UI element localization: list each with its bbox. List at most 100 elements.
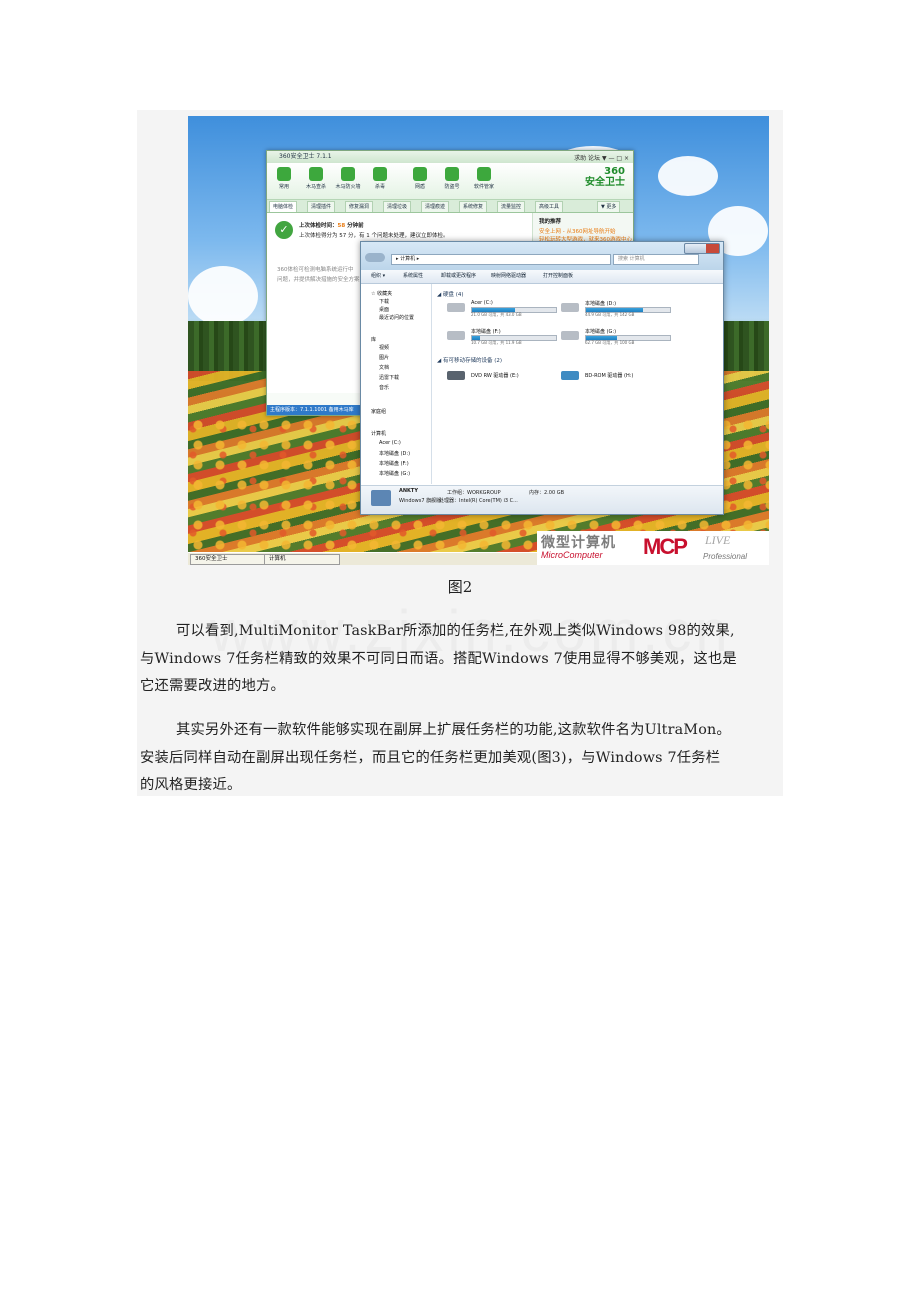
paragraph-line: 它还需要改进的地方。: [140, 678, 285, 694]
tab[interactable]: 清理痕迹: [421, 201, 450, 212]
toolbar-item[interactable]: 木马防火墙: [335, 167, 361, 190]
hard-drive-icon: [447, 331, 465, 340]
back-forward-buttons[interactable]: [365, 253, 385, 262]
group-header-hdd: ◢ 硬盘 (4): [437, 292, 464, 298]
drive-name: 本地磁盘 (D:): [585, 301, 617, 307]
tabs-more[interactable]: ▼ 更多: [597, 201, 621, 212]
software-manager-icon: [477, 167, 491, 181]
command-bar: 组织 ▾ 系统属性 卸载或更改程序 映射网络驱动器 打开控制面板: [361, 270, 723, 284]
recommend-title: 我的推荐: [539, 219, 562, 225]
os-name: Windows7 旗舰版: [399, 498, 442, 504]
drive-tile[interactable]: 本地磁盘 (G:) 62.7 GB 可用，共 100 GB: [561, 328, 681, 345]
nav-item[interactable]: 下载: [379, 298, 389, 305]
drive-tile[interactable]: DVD RW 驱动器 (E:): [447, 368, 567, 384]
nav-item[interactable]: 最近访问的位置: [379, 314, 414, 321]
tab[interactable]: 流量监控: [497, 201, 526, 212]
logo-mark: MCP: [643, 534, 688, 559]
recommend-link[interactable]: 安全上网 - 从360网址导航开始: [539, 227, 615, 235]
drive-name: DVD RW 驱动器 (E:): [471, 373, 519, 379]
cmd-map-drive[interactable]: 映射网络驱动器: [491, 272, 526, 279]
hard-drive-icon: [447, 303, 465, 312]
360-title-bar: 360安全卫士 7.1.1 求助 论坛 ▼ — □ ×: [267, 151, 633, 163]
horse-icon: [309, 167, 323, 181]
shield-icon: [277, 167, 291, 181]
cmd-organize[interactable]: 组织 ▾: [371, 272, 385, 279]
tab[interactable]: 清理插件: [307, 201, 336, 212]
anti-theft-icon: [445, 167, 459, 181]
cmd-system-properties[interactable]: 系统属性: [403, 272, 423, 279]
taskbar-button[interactable]: 360安全卫士: [190, 554, 266, 565]
nav-item[interactable]: 本地磁盘 (F:): [379, 460, 409, 467]
toolbar-label: 软件管家: [473, 184, 494, 190]
tab[interactable]: 清理垃圾: [383, 201, 412, 212]
tab[interactable]: 电脑体检: [269, 201, 298, 212]
nav-item[interactable]: 音乐: [379, 384, 389, 391]
drive-name: 本地磁盘 (F:): [471, 329, 501, 335]
explorer-window: ▸ 计算机 ▸ 搜索 计算机 组织 ▾ 系统属性 卸载或更改程序 映射网络驱动器…: [360, 241, 724, 515]
toolbar-item[interactable]: 木马查杀: [303, 167, 329, 190]
toolbar-item[interactable]: 常用: [271, 167, 297, 190]
drive-tile[interactable]: BD-ROM 驱动器 (H:): [561, 368, 681, 384]
paragraph-line: 可以看到,MultiMonitor TaskBar所添加的任务栏,在外观上类似W…: [176, 623, 735, 639]
memory: 内存：2.00 GB: [529, 490, 565, 496]
taskbar-button[interactable]: 计算机: [264, 554, 340, 565]
360-logo: 360 安全卫士: [585, 166, 625, 188]
bd-drive-icon: [561, 371, 579, 380]
nav-item[interactable]: 计算机: [371, 430, 386, 437]
toolbar-item[interactable]: 杀毒: [367, 167, 393, 190]
mcp-logo: 微型计算机 MicroComputer MCP LIVE Professiona…: [537, 531, 769, 565]
window-controls[interactable]: [684, 243, 720, 254]
nav-item[interactable]: 家庭组: [371, 408, 386, 415]
nav-item[interactable]: ☆ 收藏夹: [371, 290, 392, 297]
navigation-pane: ☆ 收藏夹 下载 桌面 最近访问的位置 库 视频 图片 文档 迅雷下载 音乐 家…: [361, 284, 432, 484]
cloud: [658, 156, 718, 196]
paragraph-1: 可以看到,MultiMonitor TaskBar所添加的任务栏,在外观上类似W…: [140, 618, 788, 701]
toolbar-label: 杀毒: [374, 184, 385, 190]
nav-item[interactable]: 库: [371, 336, 376, 343]
firewall-icon: [341, 167, 355, 181]
nav-item[interactable]: 本地磁盘 (G:): [379, 470, 410, 477]
paragraph-line: 其实另外还有一款软件能够实现在副屏上扩展任务栏的功能,这款软件名为UltraMo…: [176, 722, 731, 738]
drive-tile[interactable]: Acer (C:) 21.0 GB 可用，共 43.0 GB: [447, 300, 567, 317]
drive-name: BD-ROM 驱动器 (H:): [585, 373, 634, 379]
dvd-drive-icon: [447, 371, 465, 380]
check-summary: 上次体检得分为 57 分，有 1 个问题未处理，建议立即体检。: [299, 233, 449, 239]
body-text: 360体检可检测电脑系统运行中: [277, 267, 354, 273]
group-header-removable: ◢ 有可移动存储的设备 (2): [437, 358, 503, 364]
nav-item[interactable]: 文档: [379, 364, 389, 371]
drive-name: 本地磁盘 (G:): [585, 329, 617, 335]
screenshot-figure: 360安全卫士 7.1.1 求助 论坛 ▼ — □ × 常用 木马查杀 木马防火…: [188, 116, 769, 565]
logo-number: 360: [604, 166, 625, 177]
toolbar-item[interactable]: 软件管家: [471, 167, 497, 190]
toolbar-item[interactable]: 防盗号: [439, 167, 465, 190]
cmd-uninstall[interactable]: 卸载或更改程序: [441, 272, 476, 279]
drive-tile[interactable]: 本地磁盘 (F:) 10.7 GB 可用，共 11.9 GB: [447, 328, 567, 345]
last-check-value: 58: [337, 223, 346, 229]
nav-item[interactable]: 视频: [379, 344, 389, 351]
drive-tile[interactable]: 本地磁盘 (D:) 44.9 GB 可用，共 142 GB: [561, 300, 681, 317]
address-bar[interactable]: ▸ 计算机 ▸: [391, 254, 611, 265]
close-icon[interactable]: [706, 244, 719, 253]
nav-item[interactable]: 桌面: [379, 306, 389, 313]
hard-drive-icon: [561, 303, 579, 312]
drive-capacity: 21.0 GB 可用，共 43.0 GB: [471, 312, 522, 317]
toolbar-label: 网盾: [414, 184, 425, 190]
figure-caption: 图2: [447, 578, 473, 596]
toolbar-item[interactable]: 网盾: [407, 167, 433, 190]
toolbar-label: 木马查杀: [305, 184, 326, 190]
search-input[interactable]: 搜索 计算机: [613, 254, 699, 265]
explorer-content: ◢ 硬盘 (4) Acer (C:) 21.0 GB 可用，共 43.0 GB …: [433, 284, 723, 484]
tab[interactable]: 高级工具: [535, 201, 564, 212]
cmd-control-panel[interactable]: 打开控制面板: [543, 272, 573, 279]
nav-item[interactable]: 本地磁盘 (D:): [379, 450, 410, 457]
360-toolbar: 常用 木马查杀 木马防火墙 杀毒 网盾 防盗号 软件管家 360 安全卫士: [267, 163, 633, 200]
tab[interactable]: 修复漏洞: [345, 201, 374, 212]
nav-item[interactable]: Acer (C:): [379, 440, 401, 446]
logo-cn: 微型计算机: [541, 535, 616, 551]
drive-capacity: 44.9 GB 可用，共 142 GB: [585, 312, 635, 317]
tab[interactable]: 系统修复: [459, 201, 488, 212]
logo-name: 安全卫士: [585, 177, 625, 188]
nav-item[interactable]: 迅雷下载: [379, 374, 399, 381]
netshield-icon: [413, 167, 427, 181]
nav-item[interactable]: 图片: [379, 354, 389, 361]
